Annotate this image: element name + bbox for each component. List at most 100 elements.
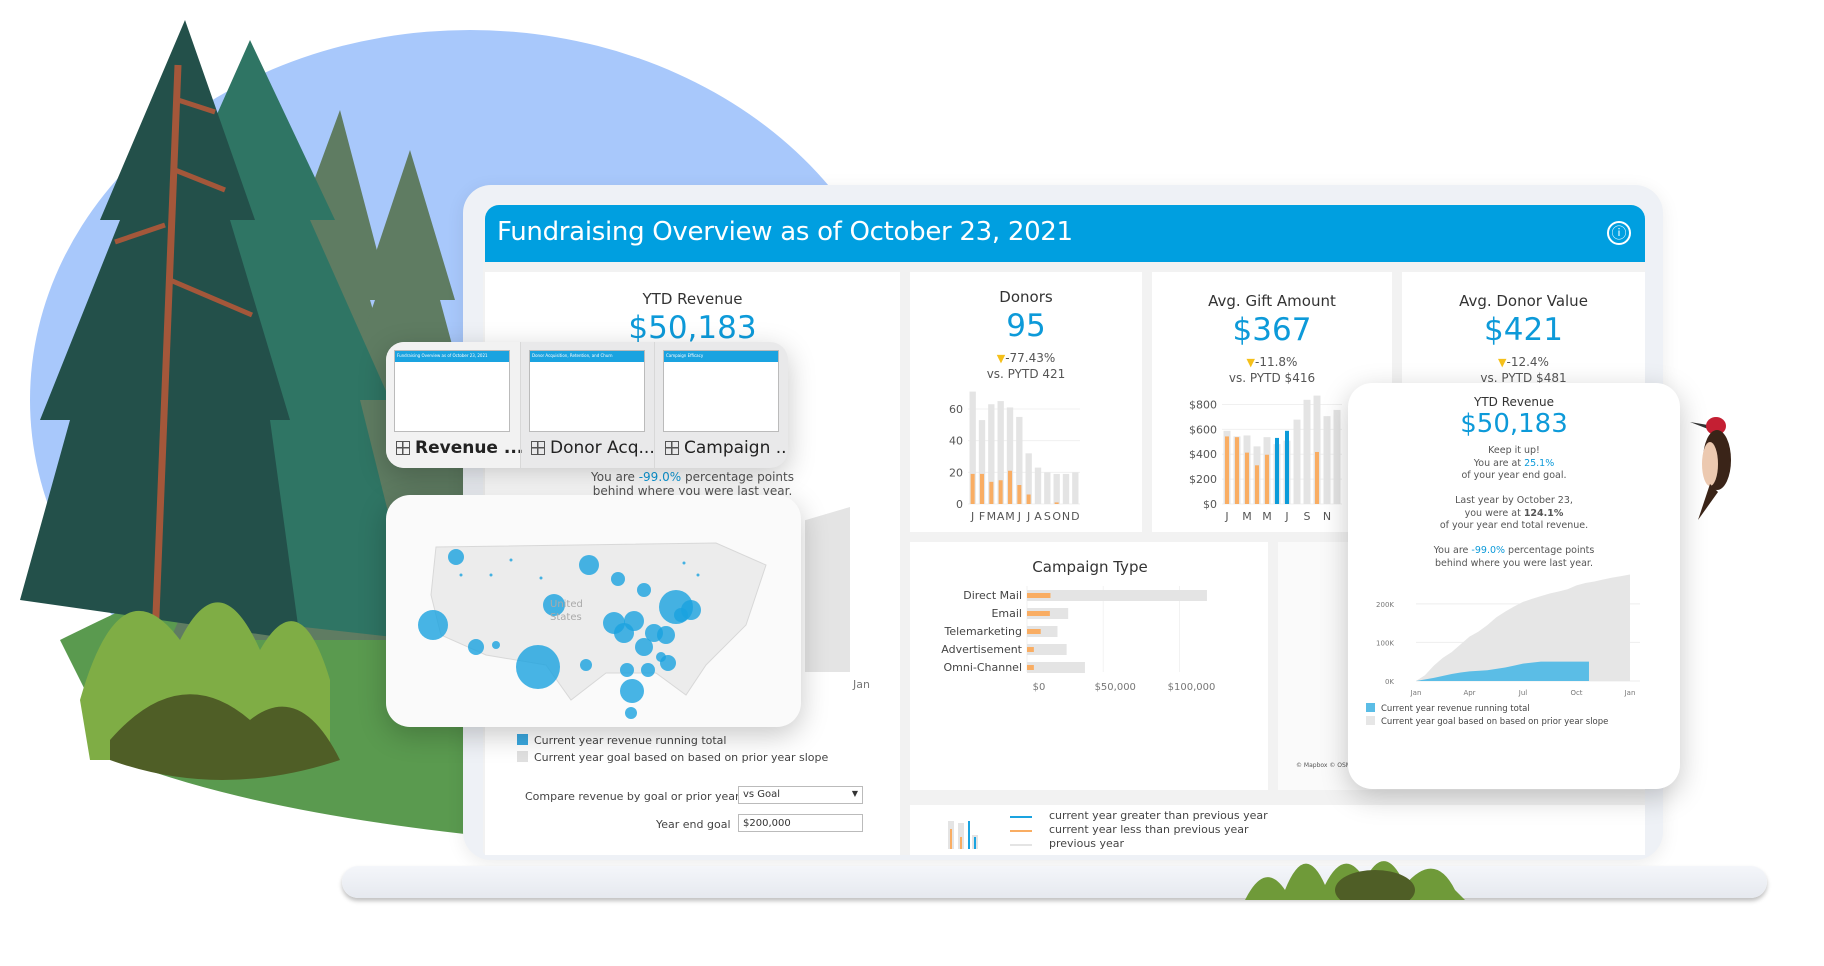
woodpecker-illustration [1690, 417, 1731, 520]
goal-pct: 25.1% [1524, 457, 1555, 469]
ytd-panel-title: YTD Revenue [1474, 395, 1554, 409]
text-line: You are [1433, 545, 1472, 556]
kpi-delta-value: -11.8% [1255, 355, 1298, 369]
donor-bubble [492, 641, 500, 649]
legend-swatch-gray [1366, 716, 1375, 725]
y-tick-label: $0 [1203, 498, 1217, 511]
bar-current-year [1054, 502, 1059, 504]
y-tick-label: $200 [1189, 473, 1217, 486]
legend-greater: current year greater than previous year [1049, 809, 1268, 822]
us-donor-map [418, 542, 767, 719]
kpi-vs: vs. PYTD 421 [986, 367, 1066, 381]
x-tick-label: $100,000 [1168, 682, 1216, 693]
bar-current-year [970, 473, 975, 504]
donor-bubble [620, 663, 634, 677]
compare-select[interactable]: vs Goal ▼ [738, 786, 863, 804]
legend-line-gray [1010, 844, 1032, 846]
thumbnail-label-text: Donor Acq... [550, 438, 655, 458]
bar-current-year [998, 480, 1003, 504]
bar-current-year [1027, 647, 1034, 652]
dashboard-switcher-popup: Fundraising Overview as of October 23, 2… [386, 342, 788, 468]
donor-map-popup[interactable]: United States Mexico [386, 495, 801, 727]
thumbnail-label: Revenue ... [396, 438, 523, 458]
bar-current-year [1027, 665, 1034, 670]
down-triangle-icon: ▼ [996, 352, 1006, 365]
legend-line-orange [1010, 830, 1032, 832]
legend-swatch-blue [517, 734, 528, 745]
donor-bubble [641, 663, 655, 677]
mini-bar-legend-icon [948, 821, 978, 849]
x-tick-label: $0 [1033, 682, 1046, 693]
donor-bubble [657, 626, 675, 644]
bar-current-year [1027, 629, 1041, 634]
x-tick-label: A [997, 510, 1005, 523]
donor-bubble [620, 679, 644, 703]
beak [1690, 422, 1708, 429]
kpi-vs: vs. PYTD $416 [1228, 371, 1316, 385]
ytd-title: YTD Revenue [642, 290, 743, 308]
bar-previous-year [1062, 473, 1070, 504]
campaign-type-chart: $0 $50,000 $100,000 Direct Mail Email Telemar… [941, 586, 1216, 693]
bar-current-year [1225, 436, 1229, 504]
bar-previous-year [1053, 473, 1060, 504]
legend-swatch-gray [517, 751, 528, 762]
kpi-title: Avg. Gift Amount [1208, 292, 1336, 310]
kpi-delta-value: -77.43% [1005, 351, 1056, 365]
down-triangle-icon: ▼ [1246, 356, 1255, 369]
dashboard-grid-icon [665, 441, 679, 455]
dashboard-header: Fundraising Overview as of October 23, 2… [485, 205, 1645, 262]
legend-label: Current year goal based on based on prio… [1381, 717, 1609, 727]
thumbnail-label: Campaign ... [665, 438, 788, 458]
bar-previous-year [1027, 590, 1207, 601]
category-label: Telemarketing [944, 625, 1023, 638]
thumbnail-image: Campaign Efficacy [663, 350, 779, 432]
legend-label: Current year revenue running total [1381, 704, 1530, 714]
ytd-legend-goal: Current year goal based on based on prio… [517, 751, 828, 764]
ytd-behind-text: You are -99.0% percentage points behind … [485, 470, 900, 498]
year-end-goal-input[interactable] [738, 814, 863, 832]
legend-less: current year less than previous year [1049, 823, 1249, 836]
dashboard-title: Fundraising Overview as of October 23, 2… [497, 217, 1073, 247]
category-label: Advertisement [941, 643, 1022, 656]
ytd-panel-legend-running: Current year revenue running total [1366, 703, 1530, 714]
x-tick-label: M [1242, 510, 1252, 523]
donor-bubble [580, 659, 592, 671]
thumbnail-revenue[interactable]: Fundraising Overview as of October 23, 2… [386, 342, 523, 468]
thumbnail-donor-acquisition[interactable]: Donor Acquisition, Retention, and Churn … [520, 342, 655, 468]
donor-bubble [682, 561, 686, 565]
bar-current-year [1275, 437, 1279, 504]
x-tick-label: S [1304, 510, 1311, 523]
donors-chart: 0204060J F M A M J J A S O N D [949, 391, 1080, 523]
category-label: Direct Mail [963, 589, 1022, 602]
map-label-us: United States [550, 599, 583, 623]
bar-current-year [1285, 430, 1289, 504]
donor-bubble [656, 652, 666, 662]
x-tick-label: Jan [1410, 689, 1422, 697]
y-tick-label: $400 [1189, 448, 1217, 461]
info-icon[interactable]: ⓘ [1607, 221, 1631, 245]
x-tick-label: S [1044, 510, 1051, 523]
bar-previous-year [1323, 416, 1331, 504]
kpi-title: Donors [999, 288, 1053, 306]
ytd-panel-text: Keep it up! You are at 25.1% of your yea… [1348, 445, 1680, 570]
down-triangle-icon: ▼ [1498, 356, 1507, 369]
x-tick-label: M [1005, 510, 1015, 523]
campaign-type-card: Campaign Type $0 $50,000 $100,000 Direct Ma… [910, 542, 1268, 790]
text-line: of your year end goal. [1461, 470, 1567, 481]
last-year-pct: 124.1% [1523, 507, 1564, 519]
thumbnail-label-text: Revenue ... [415, 438, 524, 458]
y-tick-label: $800 [1189, 398, 1217, 411]
donor-bubble [509, 558, 513, 562]
ytd-area-chart: 0K 100K 200K Jan Apr Jul Oct Jan [1376, 574, 1640, 697]
ytd-panel-value: $50,183 [1460, 409, 1568, 439]
y-tick-label: 60 [949, 403, 963, 416]
thumbnail-label: Donor Acq... [531, 438, 655, 458]
chevron-down-icon: ▼ [851, 789, 858, 798]
donor-bubble [674, 608, 688, 622]
donor-bubble [696, 573, 700, 577]
thumbnail-campaign[interactable]: Campaign Efficacy Campaign ... [654, 342, 788, 468]
donor-bubble [579, 555, 599, 575]
thumbnail-header: Donor Acquisition, Retention, and Churn [530, 351, 644, 362]
legend-line-blue [1010, 816, 1032, 818]
bar-current-year [989, 481, 994, 504]
